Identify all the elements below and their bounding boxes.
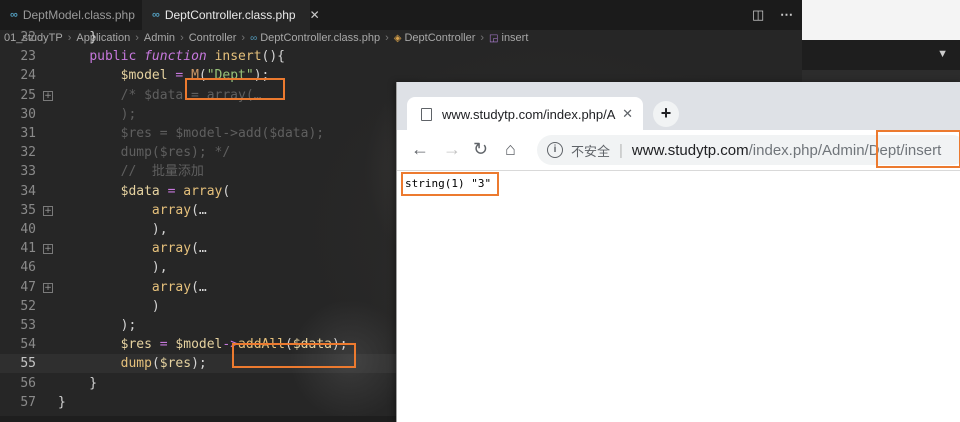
code-text: dump($res); */ <box>58 145 231 160</box>
line-number: 55 <box>20 356 36 371</box>
line-number: 46 <box>20 260 36 275</box>
line-number: 54 <box>20 337 36 352</box>
fold-expand-icon[interactable]: + <box>43 283 53 293</box>
info-icon[interactable]: i <box>547 142 563 158</box>
code-line[interactable]: 23 public function insert(){ <box>0 47 802 66</box>
code-text: ) <box>58 299 160 314</box>
highlight-box-url <box>876 130 960 168</box>
code-text: } <box>58 376 98 391</box>
line-number: 35 <box>20 203 36 218</box>
code-text: ), <box>58 222 168 237</box>
code-text: $data = array( <box>120 184 231 199</box>
code-text: } <box>58 395 66 410</box>
line-number: 31 <box>20 126 36 141</box>
highlight-box-output <box>401 172 499 196</box>
browser-toolbar: ← → ↻ ⌂ i 不安全 | www.studytp.com/index.ph… <box>397 130 960 171</box>
split-editor-icon[interactable]: ◫ <box>752 7 764 23</box>
line-number: 23 <box>20 49 36 64</box>
code-text: public function insert(){ <box>89 49 286 64</box>
code-text: // 批量添加 <box>58 164 204 179</box>
page-icon <box>421 107 432 121</box>
php-file-icon: ∞ <box>10 9 18 21</box>
line-number: 30 <box>20 107 36 122</box>
line-number: 41 <box>20 241 36 256</box>
line-number: 34 <box>20 184 36 199</box>
tab-label: DeptController.class.php <box>164 8 296 22</box>
line-number: 53 <box>20 318 36 333</box>
background-window-toolbar: ▼ <box>802 40 960 70</box>
browser-window: www.studytp.com/index.php/A ✕ + ← → ↻ ⌂ … <box>396 82 960 422</box>
browser-tab-strip: www.studytp.com/index.php/A ✕ + <box>397 82 960 131</box>
line-number: 22 <box>20 30 36 45</box>
home-icon[interactable]: ⌂ <box>505 140 516 158</box>
line-number: 24 <box>20 68 36 83</box>
close-tab-icon[interactable]: ✕ <box>622 106 633 122</box>
code-text: $res = $model->add($data); <box>58 126 325 141</box>
forward-arrow-icon[interactable]: → <box>443 140 461 158</box>
more-actions-icon[interactable]: ⋯ <box>780 7 793 23</box>
highlight-box-addall <box>232 343 356 368</box>
new-tab-button[interactable]: + <box>653 101 679 127</box>
code-text: array(… <box>151 280 207 295</box>
line-number: 33 <box>20 164 36 179</box>
line-number: 56 <box>20 376 36 391</box>
code-text: ), <box>58 260 168 275</box>
divider: | <box>619 141 623 159</box>
fold-expand-icon[interactable]: + <box>43 206 53 216</box>
background-window-titlebar <box>802 0 960 40</box>
line-number: 52 <box>20 299 36 314</box>
back-arrow-icon[interactable]: ← <box>411 140 429 158</box>
code-text: dump($res); <box>120 356 207 371</box>
tab-label: DeptModel.class.php <box>22 8 135 22</box>
browser-tab[interactable]: www.studytp.com/index.php/A ✕ <box>407 97 643 131</box>
code-text: array(… <box>151 241 207 256</box>
fold-expand-icon[interactable]: + <box>43 91 53 101</box>
code-text: ); <box>58 318 137 333</box>
line-number: 40 <box>20 222 36 237</box>
page-content: string(1) "3" <box>397 171 960 421</box>
close-icon[interactable]: ✕ <box>310 8 320 22</box>
tab-deptcontroller[interactable]: ∞ DeptController.class.php ✕ <box>142 0 320 30</box>
url-path: /index.php/Admin/ <box>748 141 869 159</box>
php-file-icon: ∞ <box>152 9 160 21</box>
security-label: 不安全 <box>571 143 611 159</box>
line-number: 57 <box>20 395 36 410</box>
reload-icon[interactable]: ↻ <box>473 140 488 158</box>
line-number: 32 <box>20 145 36 160</box>
fold-expand-icon[interactable]: + <box>43 244 53 254</box>
code-line[interactable]: 22 } <box>0 28 802 47</box>
editor-tab-bar: ∞ DeptModel.class.php ∞ DeptController.c… <box>0 0 802 30</box>
highlight-box-m-dept <box>185 78 285 100</box>
browser-tab-title: www.studytp.com/index.php/A <box>442 106 616 122</box>
code-text: array(… <box>151 203 207 218</box>
code-text: } <box>58 30 98 45</box>
line-number: 25 <box>20 88 36 103</box>
tab-deptmodel[interactable]: ∞ DeptModel.class.php <box>0 0 140 30</box>
dropdown-arrow-icon[interactable]: ▼ <box>937 48 948 60</box>
line-number: 47 <box>20 280 36 295</box>
url-host: www.studytp.com <box>631 141 749 159</box>
code-text: ); <box>58 107 137 122</box>
